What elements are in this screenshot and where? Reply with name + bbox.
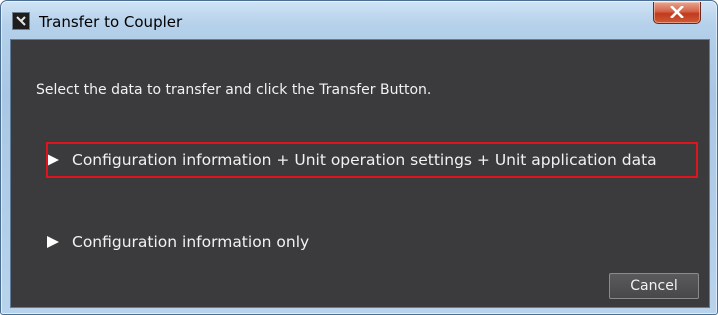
expand-triangle-icon [47, 236, 59, 248]
instruction-text: Select the data to transfer and click th… [36, 82, 432, 98]
option-label: Configuration information only [72, 233, 310, 251]
expand-triangle-icon [47, 154, 59, 166]
title-bar[interactable]: Transfer to Coupler [1, 1, 717, 39]
dialog-content: Select the data to transfer and click th… [10, 39, 710, 308]
close-icon [670, 6, 684, 18]
dialog-window: Transfer to Coupler Select the data to t… [0, 0, 718, 315]
option-label: Configuration information + Unit operati… [72, 151, 657, 169]
close-button[interactable] [653, 2, 701, 24]
cancel-button[interactable]: Cancel [609, 273, 699, 299]
window-title: Transfer to Coupler [39, 13, 183, 31]
option-config-only[interactable]: Configuration information only [47, 225, 447, 259]
app-icon [12, 12, 30, 30]
option-config-unit-settings-application-data[interactable]: Configuration information + Unit operati… [47, 143, 699, 177]
